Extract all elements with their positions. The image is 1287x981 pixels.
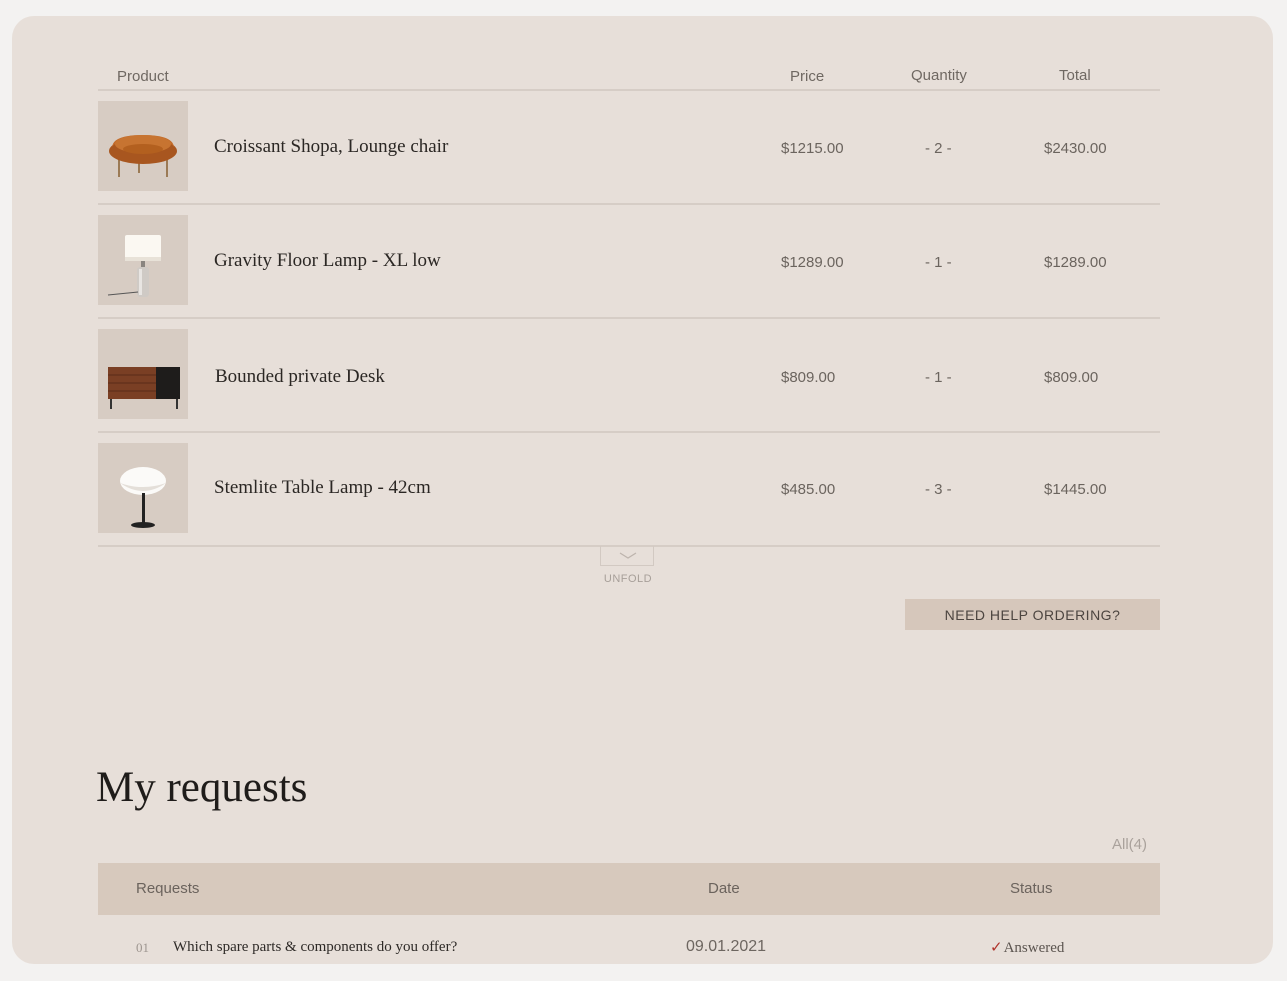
- column-header-status: Status: [1010, 880, 1053, 897]
- request-date: 09.01.2021: [686, 938, 767, 955]
- chevron-down-icon: [619, 552, 637, 559]
- product-image-desk[interactable]: [98, 329, 188, 419]
- page-panel: Product Price Quantity Total Croissant S…: [12, 16, 1273, 964]
- product-name[interactable]: Croissant Shopa, Lounge chair: [214, 136, 448, 158]
- product-name[interactable]: Bounded private Desk: [215, 366, 385, 388]
- all-requests-link[interactable]: All(4): [1112, 836, 1147, 853]
- column-header-date: Date: [708, 880, 740, 897]
- request-question[interactable]: Which spare parts & components do you of…: [173, 939, 457, 956]
- product-quantity[interactable]: - 3 -: [925, 481, 952, 498]
- product-total: $809.00: [1044, 369, 1099, 386]
- product-image-floor-lamp[interactable]: [98, 215, 188, 305]
- column-header-quantity: Quantity: [911, 67, 967, 84]
- page-title: My requests: [96, 764, 308, 811]
- product-image-table-lamp[interactable]: [98, 443, 188, 533]
- product-price: $485.00: [781, 481, 836, 498]
- product-image-lounge-chair[interactable]: [98, 101, 188, 191]
- product-total: $1289.00: [1044, 254, 1107, 271]
- column-header-product: Product: [117, 68, 169, 85]
- checkmark-icon: ✓: [990, 940, 1003, 956]
- column-header-requests: Requests: [136, 880, 200, 897]
- table-lamp-icon: [120, 467, 166, 528]
- column-header-total: Total: [1059, 67, 1091, 84]
- column-header-price: Price: [790, 68, 825, 85]
- product-quantity[interactable]: - 1 -: [925, 369, 952, 386]
- row-divider: [98, 317, 1160, 319]
- desk-icon: [108, 367, 180, 409]
- row-divider: [98, 203, 1160, 205]
- request-status: ✓Answered: [990, 938, 1064, 957]
- unfold-button[interactable]: [600, 546, 654, 566]
- product-quantity[interactable]: - 2 -: [925, 140, 952, 157]
- product-price: $809.00: [781, 369, 836, 386]
- lounge-chair-icon: [109, 135, 177, 177]
- product-total: $2430.00: [1044, 140, 1107, 157]
- product-name[interactable]: Stemlite Table Lamp - 42cm: [214, 477, 431, 499]
- need-help-ordering-button[interactable]: NEED HELP ORDERING?: [905, 599, 1160, 630]
- product-name[interactable]: Gravity Floor Lamp - XL low: [214, 250, 441, 272]
- product-price: $1215.00: [781, 140, 844, 157]
- product-quantity[interactable]: - 1 -: [925, 254, 952, 271]
- request-status-label: Answered: [1003, 940, 1065, 956]
- unfold-label[interactable]: UNFOLD: [600, 573, 656, 585]
- product-total: $1445.00: [1044, 481, 1107, 498]
- request-index: 01: [136, 940, 149, 955]
- requests-table-header: Requests Date Status: [98, 863, 1160, 915]
- product-price: $1289.00: [781, 254, 844, 271]
- row-divider: [98, 431, 1160, 433]
- floor-lamp-icon: [107, 235, 161, 297]
- header-divider: [98, 89, 1160, 91]
